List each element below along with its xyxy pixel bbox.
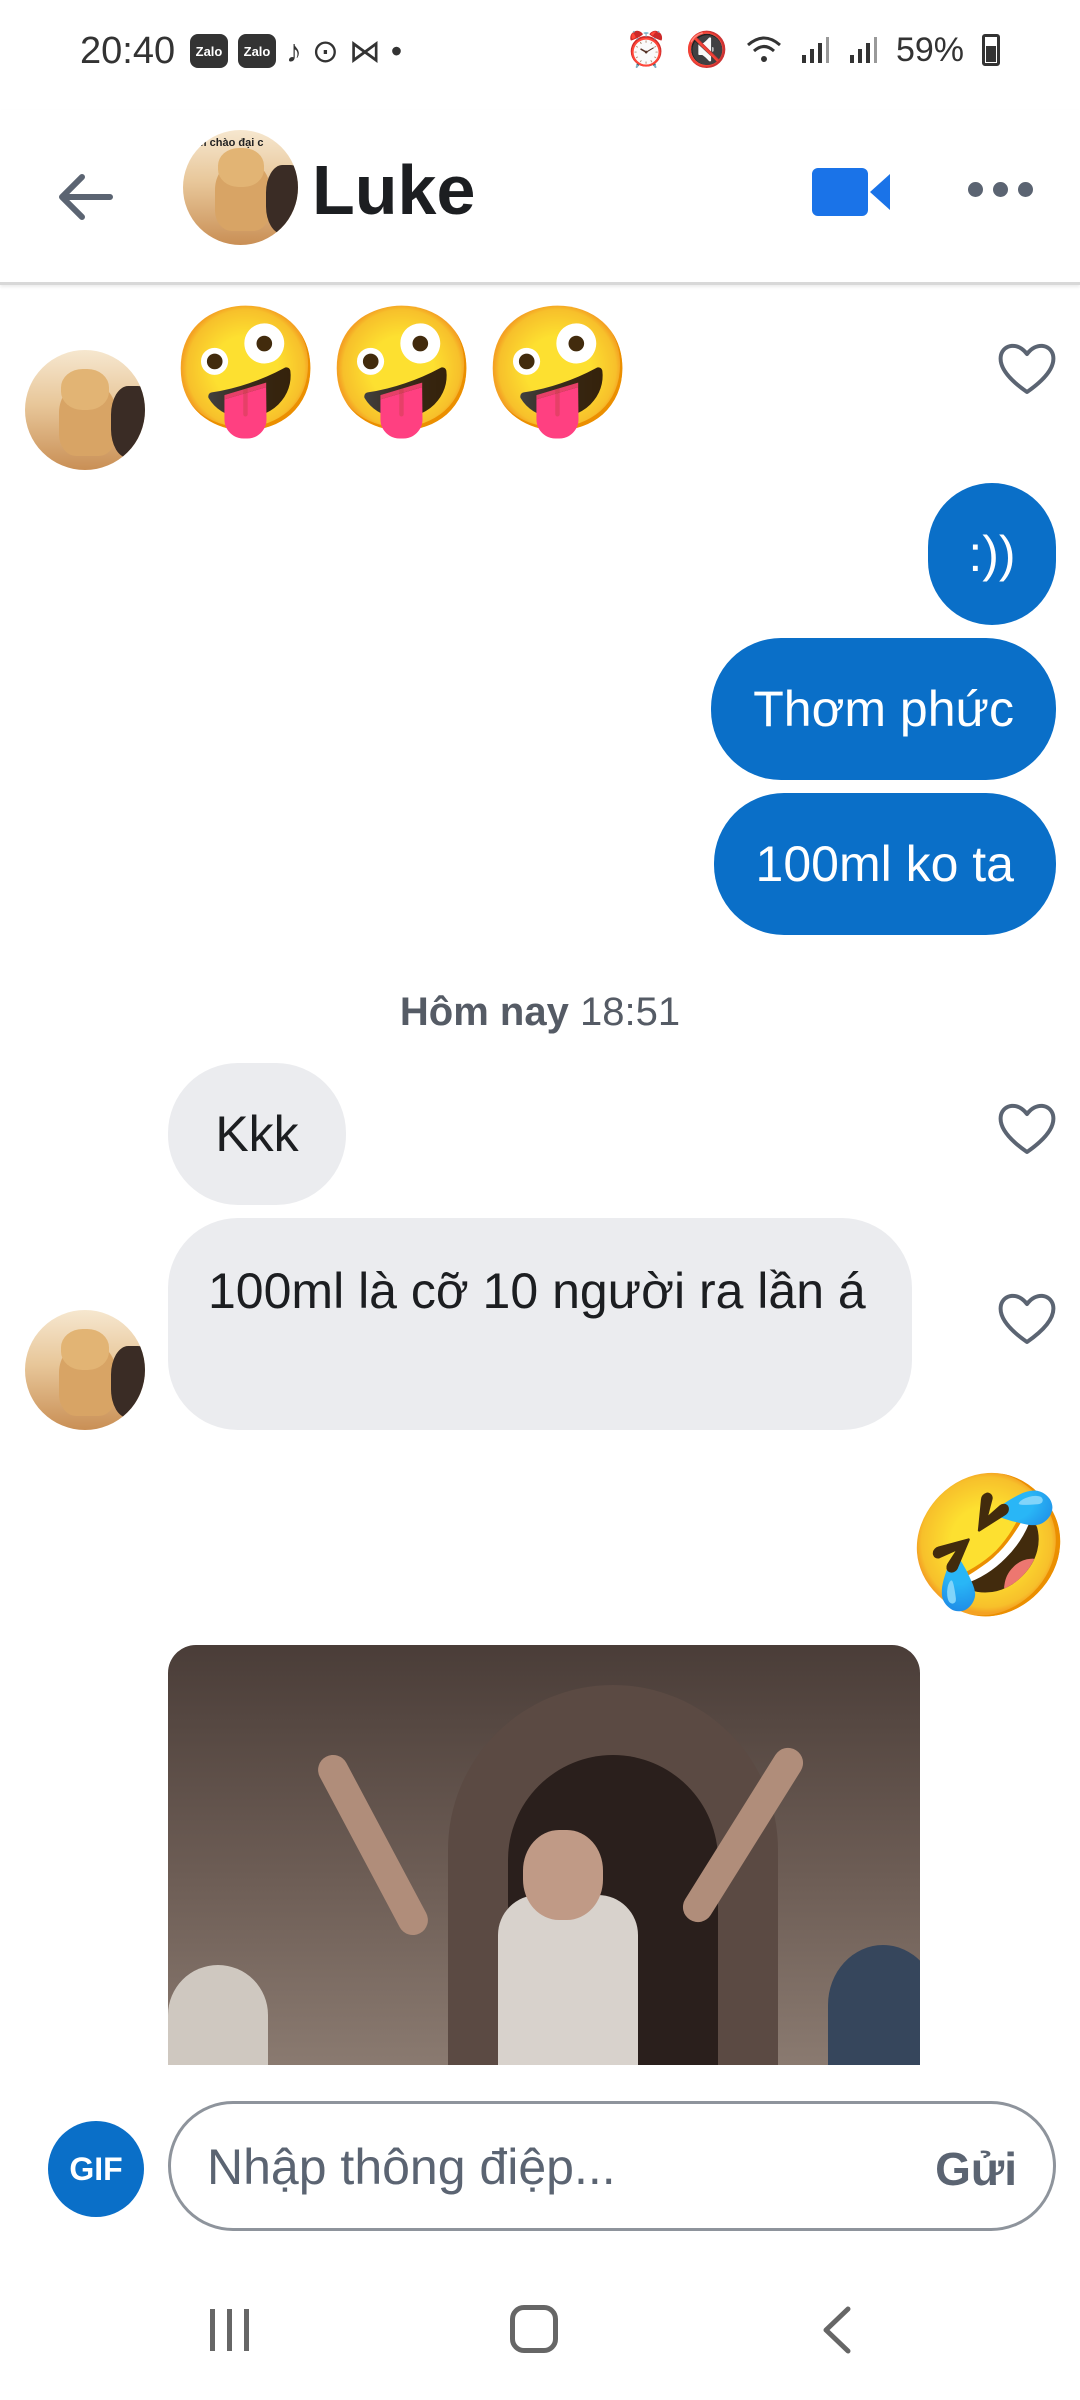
system-icons: ⏰ 🔇 59% bbox=[625, 30, 1000, 70]
battery-percent: 59% bbox=[895, 30, 964, 69]
notification-icons: Zalo Zalo ♪ ⊙ ⋈ • bbox=[190, 34, 402, 68]
contact-avatar[interactable]: m chào đại c bbox=[183, 130, 298, 245]
battery-icon bbox=[982, 34, 1000, 66]
outgoing-message[interactable]: Thơm phức bbox=[711, 638, 1056, 780]
incoming-message[interactable]: 100ml là cỡ 10 người ra lần á bbox=[168, 1218, 912, 1430]
zalo-icon: Zalo bbox=[238, 34, 276, 68]
recent-apps-icon[interactable] bbox=[206, 2307, 254, 2353]
signal-icon bbox=[801, 37, 829, 63]
date-separator: Hôm nay 18:51 bbox=[0, 990, 1080, 1035]
signal-icon bbox=[849, 37, 877, 63]
send-button[interactable]: Gửi bbox=[935, 2142, 1017, 2196]
mute-icon: 🔇 bbox=[685, 31, 728, 69]
sender-avatar[interactable] bbox=[25, 350, 145, 470]
zany-face-emoji[interactable]: 🤪 bbox=[326, 308, 478, 430]
rolling-laughing-emoji[interactable]: 🤣 bbox=[905, 1478, 1073, 1613]
back-arrow-icon[interactable] bbox=[50, 162, 120, 232]
capcut-icon: ⋈ bbox=[348, 33, 381, 69]
outgoing-message[interactable]: :)) bbox=[928, 483, 1056, 625]
more-notifications-dot-icon: • bbox=[390, 33, 403, 69]
nav-back-icon[interactable] bbox=[818, 2305, 858, 2355]
message-input-placeholder: Nhập thông điệp... bbox=[207, 2139, 616, 2195]
status-time: 20:40 bbox=[80, 30, 176, 72]
contact-name[interactable]: Luke bbox=[312, 150, 475, 230]
conversation-header: m chào đại c Luke bbox=[0, 110, 1080, 285]
home-icon[interactable] bbox=[510, 2305, 558, 2353]
alarm-icon: ⏰ bbox=[625, 31, 668, 69]
zany-face-emoji[interactable]: 🤪 bbox=[170, 308, 322, 430]
system-nav-bar bbox=[0, 2265, 1080, 2400]
gif-message-image[interactable] bbox=[168, 1645, 920, 2065]
heart-react-icon[interactable] bbox=[996, 340, 1058, 396]
wifi-icon bbox=[746, 36, 781, 62]
message-input[interactable]: Nhập thông điệp... Gửi bbox=[168, 2101, 1056, 2231]
outgoing-message[interactable]: 100ml ko ta bbox=[713, 793, 1056, 935]
gif-button[interactable]: GIF bbox=[48, 2121, 144, 2217]
timestamp-day: Hôm nay bbox=[399, 990, 569, 1034]
incoming-message[interactable]: Kkk bbox=[168, 1063, 346, 1205]
video-call-icon[interactable] bbox=[810, 162, 892, 222]
timestamp-time: 18:51 bbox=[579, 990, 681, 1034]
zalo-icon: Zalo bbox=[190, 34, 228, 68]
status-bar: 20:40 Zalo Zalo ♪ ⊙ ⋈ • ⏰ 🔇 59% bbox=[0, 0, 1080, 110]
camera-icon: ⊙ bbox=[312, 33, 339, 69]
zany-face-emoji[interactable]: 🤪 bbox=[482, 308, 634, 430]
tiktok-icon: ♪ bbox=[286, 33, 302, 69]
heart-react-icon[interactable] bbox=[996, 1290, 1058, 1346]
more-options-icon[interactable] bbox=[968, 172, 1034, 208]
sender-avatar[interactable] bbox=[25, 1310, 145, 1430]
avatar-caption: m chào đại c bbox=[196, 136, 264, 149]
heart-react-icon[interactable] bbox=[996, 1100, 1058, 1156]
message-composer: GIF Nhập thông điệp... Gửi bbox=[0, 2065, 1080, 2265]
